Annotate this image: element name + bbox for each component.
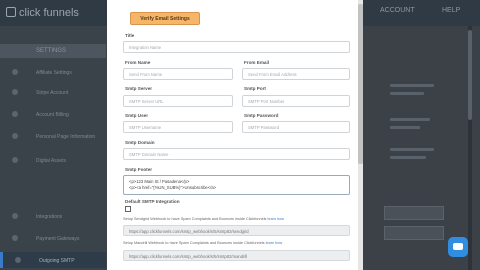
settings-sidebar: SETTINGS Affiliate Settings Stripe Accou… [0,26,106,270]
sidebar-item-label: Outgoing SMTP [39,258,75,264]
default-smtp-checkbox[interactable] [125,206,131,212]
from-email-label: From Email [244,60,270,65]
sidebar-item-digital-assets[interactable]: Digital Assets [0,152,106,168]
sidebar-item-integrations[interactable]: Integrations [0,208,106,224]
from-name-input[interactable]: Send From Name [123,68,233,80]
smtp-user-input[interactable]: SMTP Username [123,121,233,133]
sidebar-item-label: Affiliate Settings [36,70,72,76]
smtp-password-label: Smtp Password [244,113,279,118]
sidebar-item-icon [12,213,18,219]
background-button [384,206,444,220]
modal-scrollbar-thumb[interactable] [358,4,363,164]
background-text-line [390,126,420,129]
mandrill-webhook-url[interactable]: https://app.clickfunnels.com/smtp_webhoo… [123,250,350,261]
smtp-port-label: Smtp Port [244,86,266,91]
sidebar-item-icon [12,89,18,95]
from-email-input[interactable]: Send From Email Address [242,68,350,80]
help-menu[interactable]: HELP [442,7,460,14]
logo-mark-icon [6,7,16,17]
app-logo[interactable]: click funnels [6,7,79,19]
account-menu[interactable]: ACCOUNT [380,7,415,14]
sidebar-item-icon [12,133,18,139]
sidebar-item-icon [15,257,21,263]
title-input[interactable]: Integration Name [123,41,350,53]
page-scrollbar-thumb[interactable] [468,30,472,120]
background-text-line [390,156,426,159]
sendgrid-webhook-url[interactable]: https://app.clickfunnels.com/smtp_webhoo… [123,225,350,236]
background-text-line [390,92,424,95]
smtp-footer-textarea[interactable]: <p>123 Main St / Pasadena</p> <p><a href… [123,175,350,195]
footer-line-2: <p><a href="{%UN_SUB%}">Unsubscribe</a> [129,185,217,190]
smtp-password-input[interactable]: SMTP Password [242,121,350,133]
sidebar-item-label: Personal Page Information [36,134,96,140]
background-text-line [390,148,434,151]
mandrill-description: Setup Mandrill Webhook to have Spam Comp… [123,241,282,245]
sidebar-item-label: Stripe Account [36,90,69,96]
sidebar-item-icon [12,111,18,117]
sidebar-item-icon [12,69,18,75]
logo-text: click funnels [19,7,79,19]
background-text-line [390,84,434,87]
chat-widget-button[interactable] [448,237,468,257]
smtp-user-label: Smtp User [125,113,148,118]
smtp-domain-input[interactable]: SMTP Domain Name [123,148,350,160]
smtp-settings-modal: Verify Email Settings Title Integration … [107,0,363,270]
sidebar-item-stripe[interactable]: Stripe Account [0,84,106,100]
mandrill-text: Setup Mandrill Webhook to have Spam Comp… [123,241,265,245]
help-label: HELP [442,7,461,14]
sidebar-item-icon [12,235,18,241]
account-label: ACCOUNT [380,7,415,14]
sidebar-item-affiliate[interactable]: Affiliate Settings [0,64,106,80]
smtp-domain-label: Smtp Domain [125,140,155,145]
smtp-port-input[interactable]: SMTP Port Number [242,95,350,107]
verify-email-settings-button[interactable]: Verify Email Settings [130,12,200,25]
smtp-server-input[interactable]: SMTP Server URL [123,95,233,107]
smtp-server-label: Smtp Server [125,86,153,91]
default-smtp-label: Default SMTP Integration [125,199,180,204]
sidebar-header: SETTINGS [0,44,106,58]
sidebar-item-label: Digital Assets [36,158,67,164]
sidebar-item-personal-page[interactable]: Personal Page Information [0,128,106,144]
background-text-line [390,118,430,121]
sidebar-item-payment-gateways[interactable]: Payment Gateways [0,230,106,246]
from-name-label: From Name [125,60,151,65]
mandrill-learn-how-link[interactable]: learn how [266,241,282,245]
sendgrid-description: Setup Sendgrid Webhook to have Spam Comp… [123,217,284,221]
sendgrid-learn-how-link[interactable]: learn how [268,217,284,221]
chat-bubble-icon [453,243,463,250]
sidebar-item-label: Account Billing [36,112,69,118]
sidebar-item-icon [12,157,18,163]
sidebar-item-billing[interactable]: Account Billing [0,106,106,122]
sidebar-item-label: Payment Gateways [36,236,80,242]
background-button [384,226,444,240]
sidebar-item-outgoing-smtp[interactable]: Outgoing SMTP [0,252,106,268]
sendgrid-text: Setup Sendgrid Webhook to have Spam Comp… [123,217,267,221]
title-label: Title [125,33,135,38]
sidebar-item-label: Integrations [36,214,63,220]
smtp-footer-label: Smtp Footer [125,167,153,172]
